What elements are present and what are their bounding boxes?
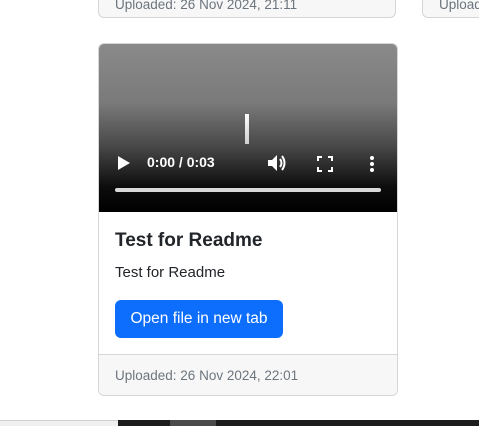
video-progress-bar[interactable] <box>115 188 381 192</box>
taskbar-item[interactable] <box>170 420 216 426</box>
upload-timestamp: Uploaded: 26 Nov 2024, 22:01 <box>115 368 299 383</box>
previous-card-right: Uploaded <box>422 0 479 18</box>
file-card: 0:00 / 0:03 Test for Readme Test for Rea… <box>98 43 398 396</box>
play-icon[interactable] <box>117 155 131 171</box>
video-time: 0:00 / 0:03 <box>147 154 215 170</box>
previous-card-left: Uploaded: 26 Nov 2024, 21:11 <box>98 0 396 18</box>
horizontal-scrollbar-track <box>0 420 118 426</box>
fullscreen-icon[interactable] <box>317 156 333 172</box>
card-description: Test for Readme <box>115 264 226 281</box>
video-loading-indicator <box>245 114 249 144</box>
volume-icon[interactable] <box>267 154 287 172</box>
page: Uploaded: 26 Nov 2024, 21:11 Uploaded 0:… <box>0 0 479 426</box>
previous-card-footer-text: Uploaded: 26 Nov 2024, 21:11 <box>115 0 298 12</box>
more-options-icon[interactable] <box>369 155 375 173</box>
video-player[interactable]: 0:00 / 0:03 <box>99 44 397 212</box>
previous-card-right-footer-text: Uploaded <box>439 0 479 12</box>
card-title: Test for Readme <box>115 230 263 251</box>
card-footer: Uploaded: 26 Nov 2024, 22:01 <box>99 354 397 395</box>
open-file-button[interactable]: Open file in new tab <box>115 300 283 338</box>
